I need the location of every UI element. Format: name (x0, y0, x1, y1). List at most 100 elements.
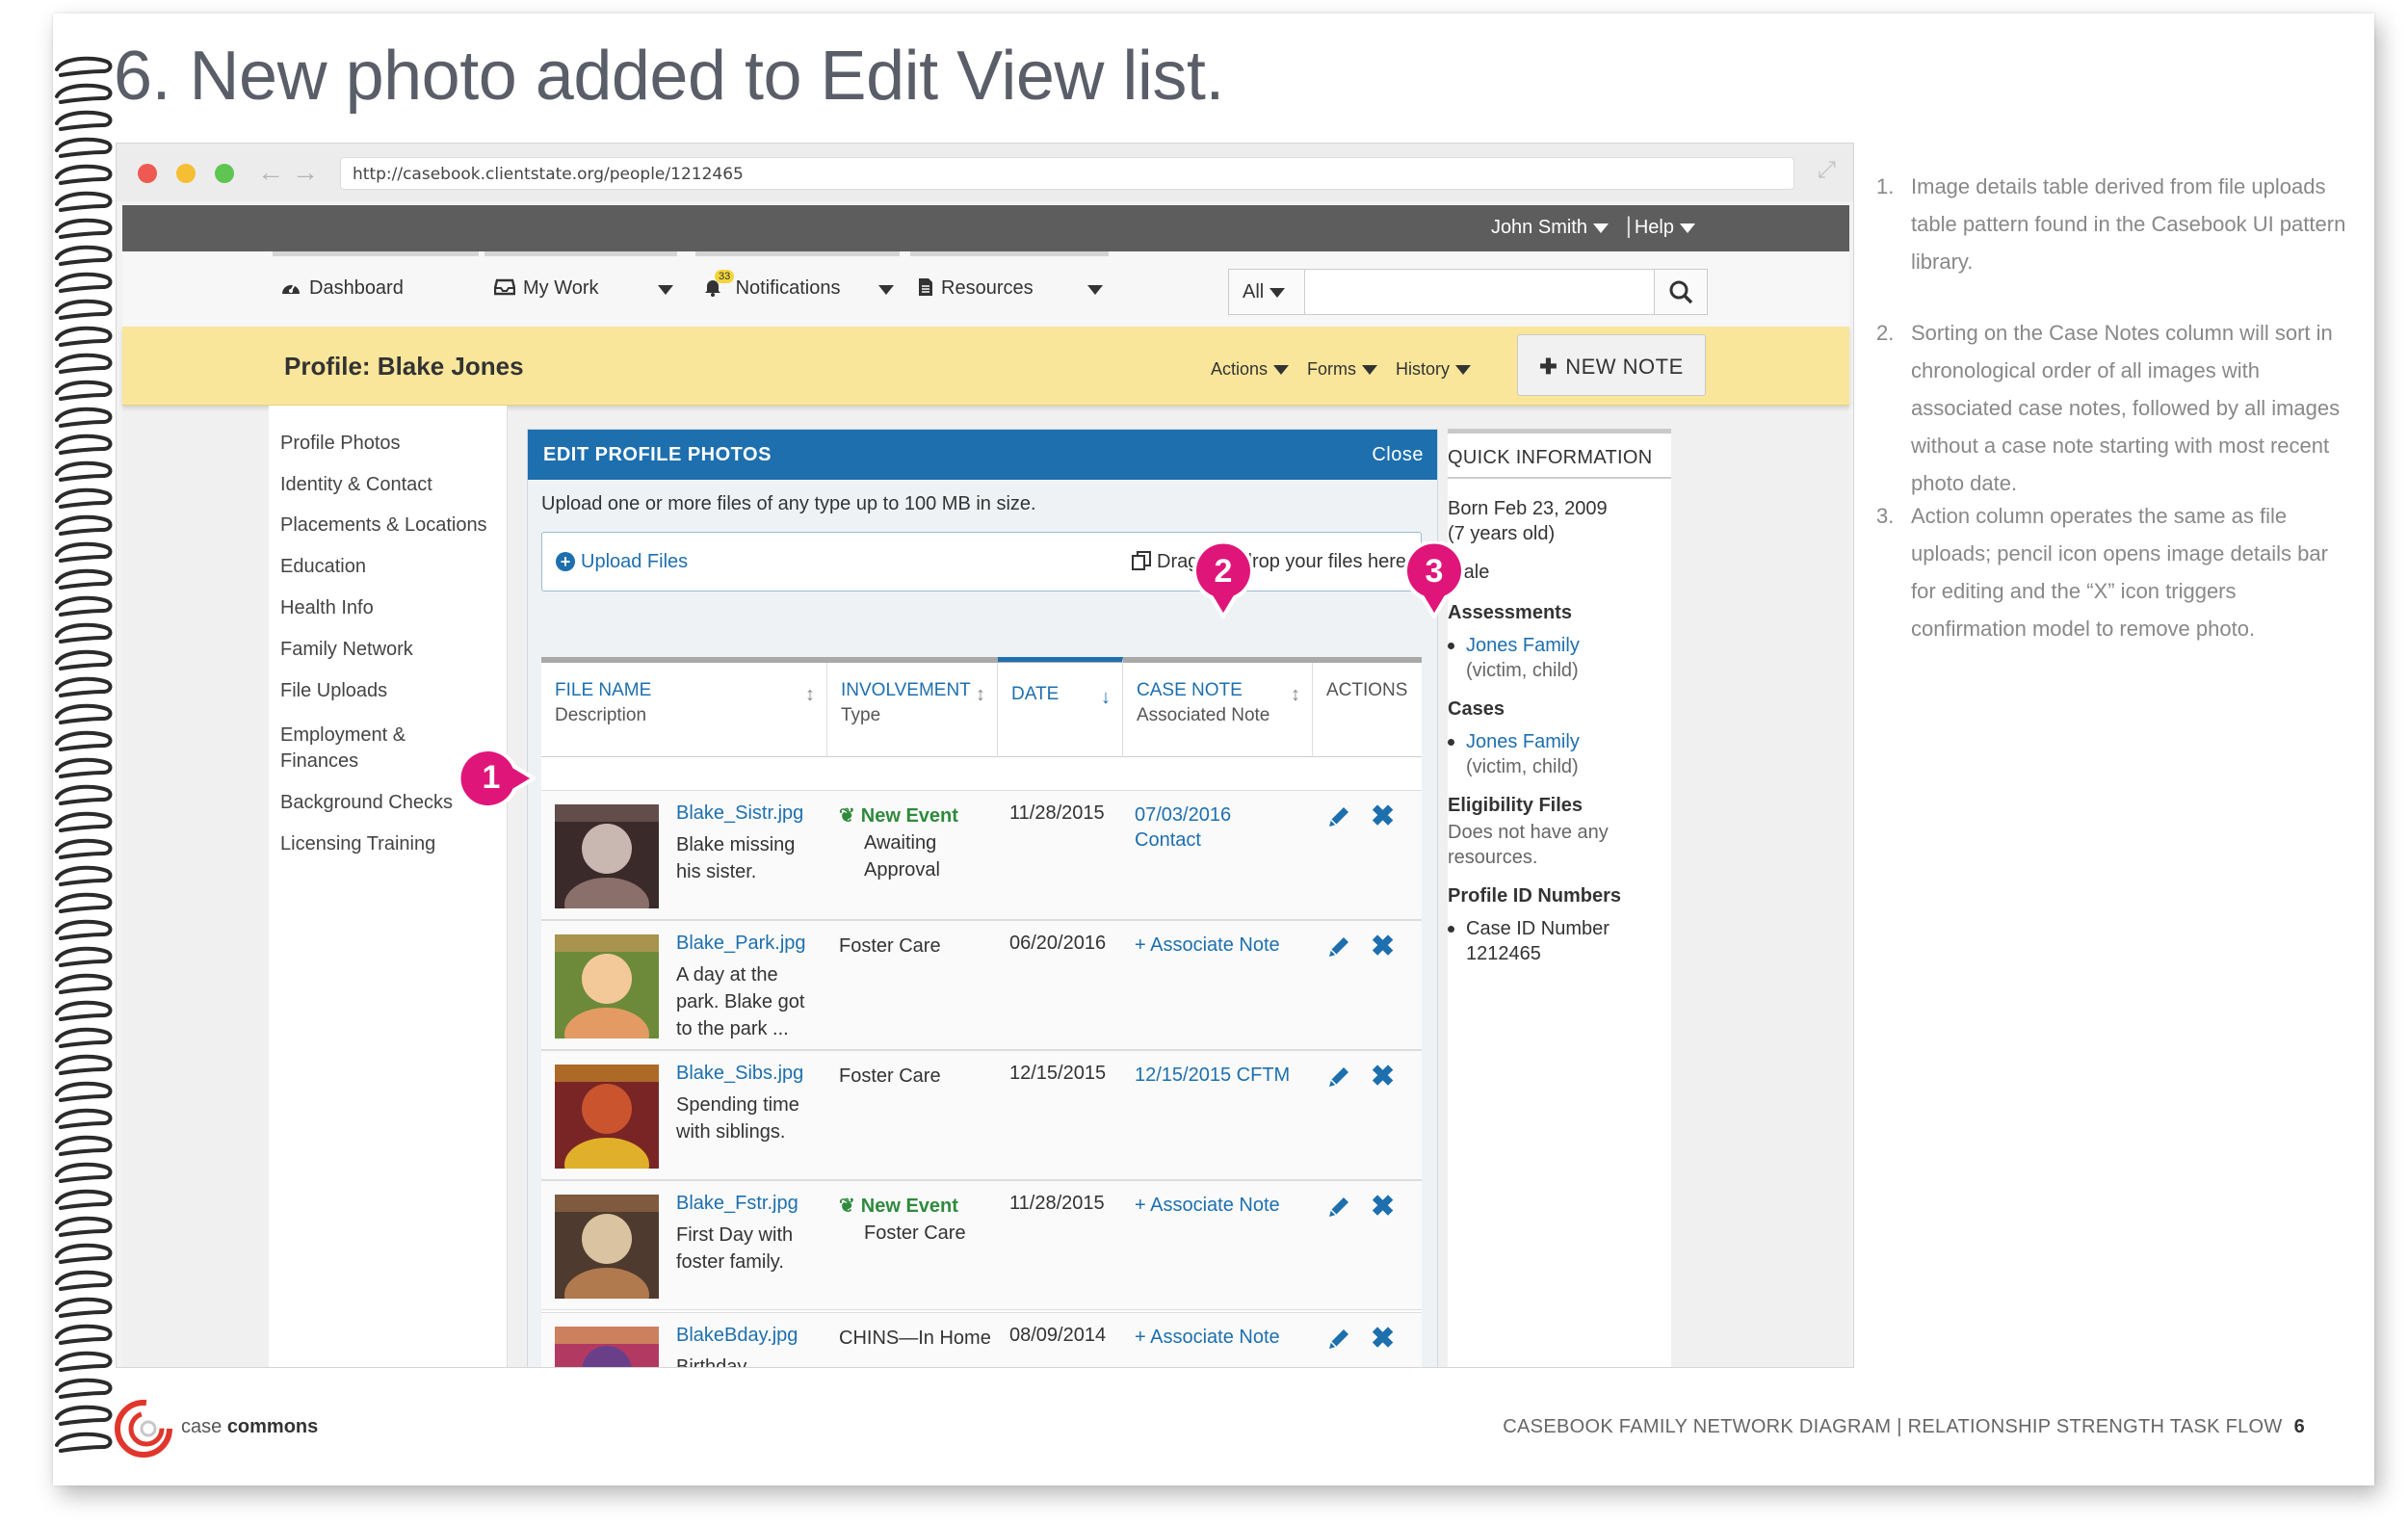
file-name-link[interactable]: Blake_Sistr.jpg (676, 802, 803, 825)
case-note-link[interactable]: + Associate Note (1135, 1193, 1280, 1218)
sidebar-item-file-uploads[interactable]: File Uploads (280, 678, 387, 704)
delete-x-icon[interactable]: ✖ (1371, 1325, 1395, 1354)
spiral-coil (55, 892, 113, 913)
spiral-coil (55, 568, 113, 590)
photo-thumbnail[interactable] (555, 1327, 659, 1368)
caret-down-icon (878, 285, 894, 295)
delete-x-icon[interactable]: ✖ (1371, 933, 1395, 961)
pencil-icon[interactable] (1326, 934, 1351, 960)
case-link[interactable]: Jones Family (1448, 729, 1580, 754)
column-actions: ACTIONS (1313, 663, 1422, 757)
table-row: Blake_Sistr.jpg Blake missing his sister.… (541, 790, 1422, 920)
spiral-coil (55, 487, 113, 509)
minimize-window-dot[interactable] (176, 164, 196, 183)
user-menu[interactable]: John Smith (1491, 217, 1609, 239)
sort-icon: ↕ (805, 684, 815, 705)
file-name-link[interactable]: Blake_Sibs.jpg (676, 1063, 803, 1085)
table-row: Blake_Park.jpg A day at the park. Blake g… (541, 920, 1422, 1050)
involvement-cell: Foster Care (839, 1063, 993, 1090)
edit-profile-photos-panel: EDIT PROFILE PHOTOS Close Upload one or … (527, 429, 1438, 1368)
close-window-dot[interactable] (138, 164, 157, 183)
case-note-link[interactable]: + Associate Note (1135, 1325, 1280, 1350)
delete-x-icon[interactable]: ✖ (1371, 1193, 1395, 1222)
spiral-coil (55, 1162, 113, 1183)
photo-thumbnail[interactable] (555, 1195, 659, 1299)
pencil-icon[interactable] (1326, 1327, 1351, 1352)
assessment-link[interactable]: Jones Family (1448, 633, 1580, 658)
involvement-type: Foster Care (864, 1223, 966, 1244)
column-case-note[interactable]: CASE NOTE Associated Note ↕ (1123, 663, 1313, 757)
sidebar-item-placements[interactable]: Placements & Locations (280, 513, 487, 539)
sidebar-item-finances[interactable]: Finances (280, 749, 358, 775)
table-row: Blake_Sibs.jpg Spending time with sibling… (541, 1050, 1422, 1180)
pencil-icon[interactable] (1326, 1065, 1351, 1090)
file-dropzone[interactable]: + Upload Files Drag and drop your files h… (541, 532, 1422, 592)
slide-note-number: 1. (1876, 174, 1895, 198)
spiral-coil (55, 1243, 113, 1264)
spiral-coil (55, 191, 113, 212)
pencil-icon[interactable] (1326, 804, 1351, 829)
expand-icon[interactable]: ⤢ (1818, 157, 1836, 184)
sidebar-item-education[interactable]: Education (280, 554, 366, 580)
slide-note-text: Image details table derived from file up… (1911, 174, 2346, 274)
sidebar-item-background-checks[interactable]: Background Checks (280, 790, 453, 816)
photo-date: 11/28/2015 (1009, 802, 1105, 824)
back-arrow-icon[interactable]: ← (257, 157, 284, 188)
sidebar-item-licensing-training[interactable]: Licensing Training (280, 831, 435, 857)
nav-notifications[interactable]: 33 Notifications (695, 251, 900, 327)
spiral-coil (55, 1054, 113, 1075)
new-event-label[interactable]: ❦ New Event (839, 802, 993, 829)
spiral-coil (55, 514, 113, 536)
nav-resources[interactable]: Resources (910, 251, 1109, 327)
column-involvement[interactable]: INVOLVEMENT Type ↕ (827, 663, 998, 757)
history-menu[interactable]: History (1396, 359, 1472, 380)
case-id-value: 1212465 (1466, 941, 1541, 966)
case-note-link[interactable]: 07/03/2016 Contact (1135, 802, 1231, 853)
involvement-cell: Foster Care (839, 933, 993, 960)
nav-dashboard[interactable]: Dashboard (273, 251, 479, 327)
sidebar-item-employment[interactable]: Employment & (280, 723, 406, 749)
case-note-link[interactable]: + Associate Note (1135, 933, 1280, 958)
search-input[interactable] (1304, 269, 1655, 315)
upload-files-link[interactable]: + Upload Files (556, 551, 688, 573)
involvement-type: CHINS—In Home (839, 1328, 991, 1349)
column-file-name[interactable]: FILE NAME Description ↕ (541, 663, 827, 757)
column-date[interactable]: DATE ↓ (998, 657, 1123, 757)
pencil-icon[interactable] (1326, 1195, 1351, 1220)
new-event-label[interactable]: ❦ New Event (839, 1193, 993, 1220)
file-name-link[interactable]: Blake_Fstr.jpg (676, 1193, 798, 1215)
assessment-role: (victim, child) (1466, 658, 1579, 683)
sidebar-item-profile-photos[interactable]: Profile Photos (280, 431, 401, 457)
topbar-separator: | (1625, 213, 1632, 239)
forward-arrow-icon[interactable]: → (292, 157, 319, 188)
panel-close-link[interactable]: Close (1372, 444, 1424, 466)
delete-x-icon[interactable]: ✖ (1371, 802, 1395, 831)
file-name-link[interactable]: BlakeBday.jpg (676, 1325, 798, 1347)
sidebar-item-health-info[interactable]: Health Info (280, 595, 374, 621)
nav-my-work[interactable]: My Work (484, 251, 677, 327)
search-scope-select[interactable]: All (1228, 269, 1305, 315)
table-row: Blake_Fstr.jpg First Day with foster fami… (541, 1180, 1422, 1310)
spiral-coil (55, 164, 113, 185)
zoom-window-dot[interactable] (215, 164, 234, 183)
search-button[interactable] (1654, 269, 1708, 315)
photo-thumbnail[interactable] (555, 934, 659, 1039)
case-note-link[interactable]: 12/15/2015 CFTM (1135, 1063, 1290, 1088)
photo-thumbnail[interactable] (555, 804, 659, 908)
case-role: (victim, child) (1466, 754, 1579, 779)
forms-menu[interactable]: Forms (1307, 359, 1377, 380)
url-bar[interactable]: http://casebook.clientstate.org/people/1… (340, 157, 1794, 190)
involvement-cell: ❦ New Event Foster Care (839, 1193, 993, 1247)
sidebar-item-family-network[interactable]: Family Network (280, 637, 413, 663)
spiral-coil (55, 649, 113, 670)
sidebar-item-identity-contact[interactable]: Identity & Contact (280, 472, 432, 498)
file-name-link[interactable]: Blake_Park.jpg (676, 933, 806, 955)
help-menu[interactable]: Help (1635, 217, 1695, 239)
actions-menu[interactable]: Actions (1211, 359, 1290, 380)
involvement-cell: ❦ New Event Awaiting Approval (839, 802, 993, 883)
photo-thumbnail[interactable] (555, 1065, 659, 1169)
delete-x-icon[interactable]: ✖ (1371, 1063, 1395, 1091)
callout-number: 1 (483, 759, 501, 796)
new-note-button[interactable]: ✚ NEW NOTE (1517, 334, 1706, 396)
column-title: INVOLVEMENT (841, 680, 971, 700)
